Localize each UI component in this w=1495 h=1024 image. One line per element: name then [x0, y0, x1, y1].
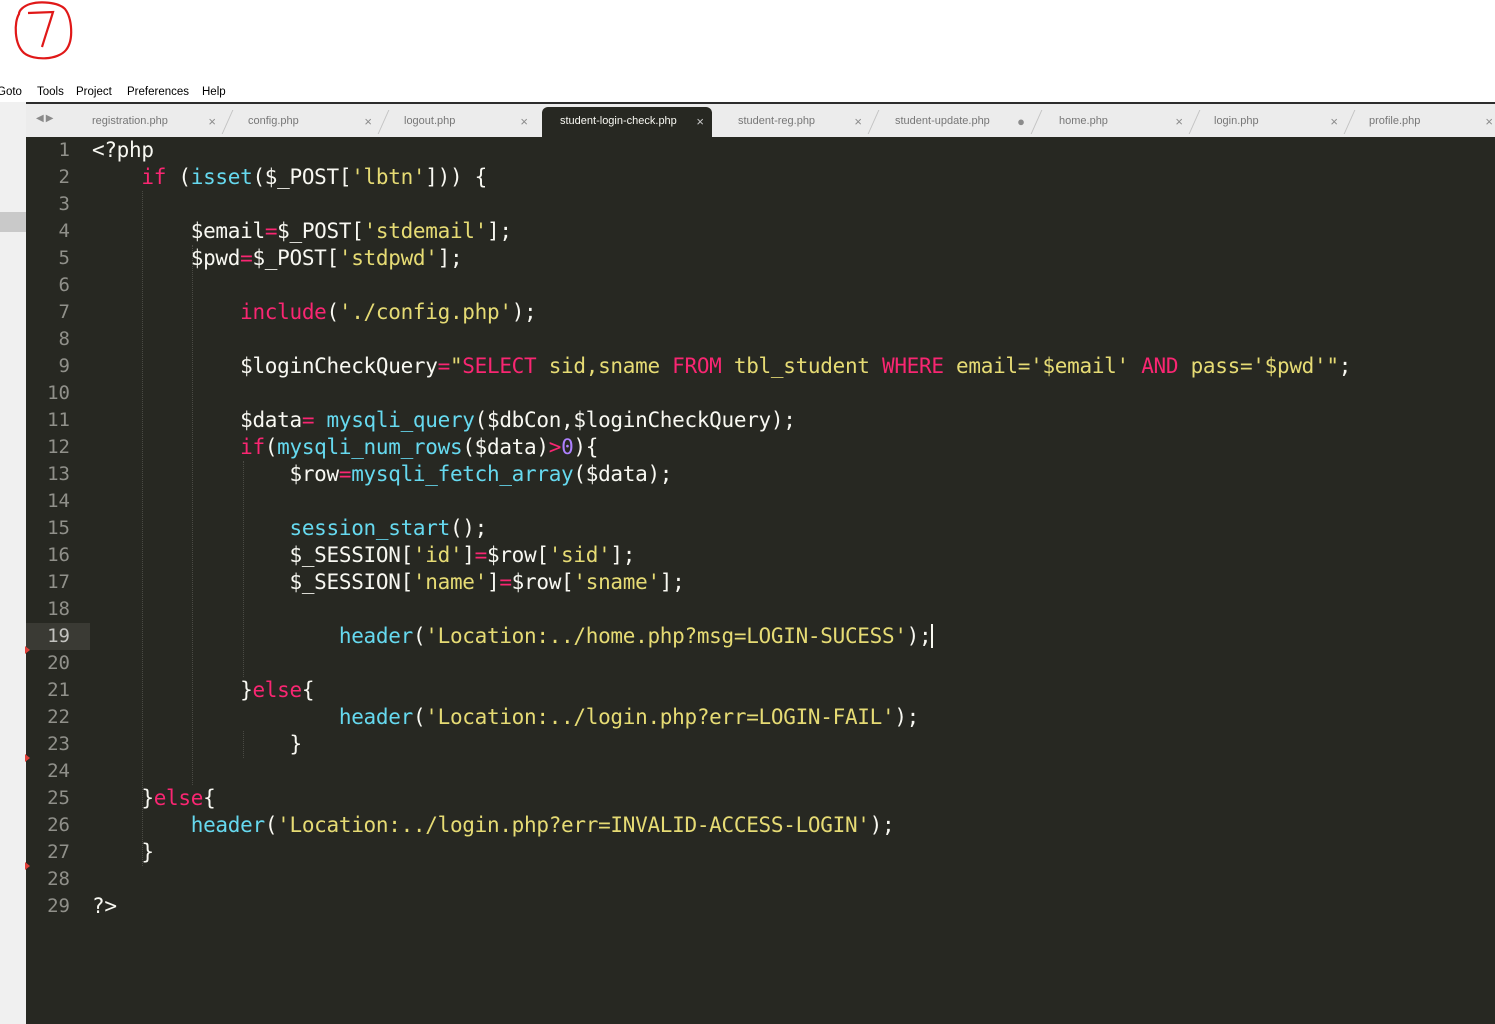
line-number: 6 — [58, 274, 70, 296]
scribble-annotation — [14, 1, 73, 60]
line-number: 2 — [58, 166, 70, 188]
line-number: 25 — [47, 787, 70, 809]
line-number: 9 — [58, 355, 70, 377]
line-number: 22 — [47, 706, 70, 728]
tab-label: student-login-check.php — [560, 115, 677, 127]
close-icon[interactable]: × — [1485, 114, 1493, 129]
menu-bar: Goto Tools Project Preferences Help — [0, 85, 1495, 102]
tab-label: login.php — [1214, 115, 1259, 127]
line-number: 21 — [47, 679, 70, 701]
tab-label: logout.php — [404, 115, 456, 127]
tab-label: student-update.php — [895, 115, 990, 127]
tab-label: config.php — [248, 115, 299, 127]
line-number: 8 — [58, 328, 70, 350]
close-icon[interactable]: × — [696, 114, 704, 129]
line-number: 3 — [58, 193, 70, 215]
code-line[interactable]: $email=$_POST['stdemail']; — [92, 218, 512, 245]
close-icon[interactable]: × — [208, 114, 216, 129]
indent-guide — [243, 731, 244, 758]
code-line[interactable]: $loginCheckQuery="SELECT sid,sname FROM … — [92, 353, 1351, 380]
tab-logout[interactable]: logout.php × — [386, 107, 536, 137]
sidebar-selection — [0, 212, 26, 232]
line-number: 23 — [47, 733, 70, 755]
tab-registration[interactable]: registration.php × — [74, 107, 224, 137]
line-number: 24 — [47, 760, 70, 782]
code-line[interactable]: session_start(); — [92, 515, 488, 542]
line-number: 5 — [58, 247, 70, 269]
menu-goto[interactable]: Goto — [0, 86, 22, 98]
close-icon[interactable]: × — [1175, 114, 1183, 129]
line-number: 10 — [47, 382, 70, 404]
menu-project[interactable]: Project — [76, 86, 112, 98]
gutter-marker-icon — [25, 862, 30, 870]
menu-tools[interactable]: Tools — [37, 86, 64, 98]
line-number: 20 — [47, 652, 70, 674]
tab-student-reg[interactable]: student-reg.php × — [720, 107, 870, 137]
tab-student-update[interactable]: student-update.php ● — [877, 107, 1033, 137]
tab-profile[interactable]: profile.php × — [1351, 107, 1495, 137]
menu-preferences[interactable]: Preferences — [127, 86, 189, 98]
close-icon[interactable]: × — [520, 114, 528, 129]
close-icon[interactable]: × — [854, 114, 862, 129]
tab-config[interactable]: config.php × — [230, 107, 380, 137]
tab-label: profile.php — [1369, 115, 1421, 127]
tab-nav-arrows-icon[interactable]: ◀▶ — [36, 113, 55, 124]
code-line[interactable]: $row=mysqli_fetch_array($data); — [92, 461, 672, 488]
indent-guide — [192, 245, 193, 785]
line-number: 13 — [47, 463, 70, 485]
tab-label: home.php — [1059, 115, 1108, 127]
code-line[interactable]: $pwd=$_POST['stdpwd']; — [92, 245, 463, 272]
line-number: 12 — [47, 436, 70, 458]
line-number: 1 — [58, 139, 70, 161]
line-number: 4 — [58, 220, 70, 242]
indent-guide — [142, 191, 143, 866]
gutter-marker-icon — [25, 646, 30, 654]
line-number: 17 — [47, 571, 70, 593]
line-number: 18 — [47, 598, 70, 620]
line-number: 11 — [47, 409, 70, 431]
menu-help[interactable]: Help — [202, 86, 226, 98]
line-number: 7 — [58, 301, 70, 323]
code-line[interactable]: header('Location:../login.php?err=INVALI… — [92, 812, 895, 839]
line-number: 16 — [47, 544, 70, 566]
code-line[interactable]: if(mysqli_num_rows($data)>0){ — [92, 434, 598, 461]
line-number: 27 — [47, 841, 70, 863]
code-line[interactable]: ?> — [92, 893, 117, 920]
gutter-marker-icon — [25, 754, 30, 762]
line-number: 15 — [47, 517, 70, 539]
code-line[interactable]: $_SESSION['name']=$row['sname']; — [92, 569, 684, 596]
code-line[interactable]: $_SESSION['id']=$row['sid']; — [92, 542, 635, 569]
indent-guide — [243, 461, 244, 677]
code-line[interactable]: } — [92, 839, 154, 866]
code-line[interactable]: header('Location:../login.php?err=LOGIN-… — [92, 704, 919, 731]
close-icon[interactable]: × — [364, 114, 372, 129]
text-cursor — [931, 624, 934, 648]
tab-label: student-reg.php — [738, 115, 816, 127]
code-line[interactable]: header('Location:../home.php?msg=LOGIN-S… — [92, 623, 934, 650]
code-line[interactable]: <?php — [92, 137, 154, 164]
code-line[interactable]: if (isset($_POST['lbtn'])) { — [92, 164, 487, 191]
line-number: 28 — [47, 868, 70, 890]
unsaved-dot-icon[interactable]: ● — [1017, 114, 1025, 129]
close-icon[interactable]: × — [1330, 114, 1338, 129]
line-number: 29 — [47, 895, 70, 917]
line-number: 14 — [47, 490, 70, 512]
title-area — [0, 0, 1495, 85]
tab-login[interactable]: login.php × — [1196, 107, 1346, 137]
code-line[interactable]: include('./config.php'); — [92, 299, 537, 326]
sidebar-strip — [0, 102, 26, 1024]
line-number: 19 — [47, 625, 70, 647]
tab-student-login-check[interactable]: student-login-check.php × — [542, 107, 712, 137]
tab-label: registration.php — [92, 115, 168, 127]
code-line[interactable]: } — [92, 731, 302, 758]
code-line[interactable]: }else{ — [92, 785, 215, 812]
code-line[interactable]: }else{ — [92, 677, 314, 704]
line-number: 26 — [47, 814, 70, 836]
tab-home[interactable]: home.php × — [1041, 107, 1191, 137]
code-line[interactable]: $data= mysqli_query($dbCon,$loginCheckQu… — [92, 407, 796, 434]
